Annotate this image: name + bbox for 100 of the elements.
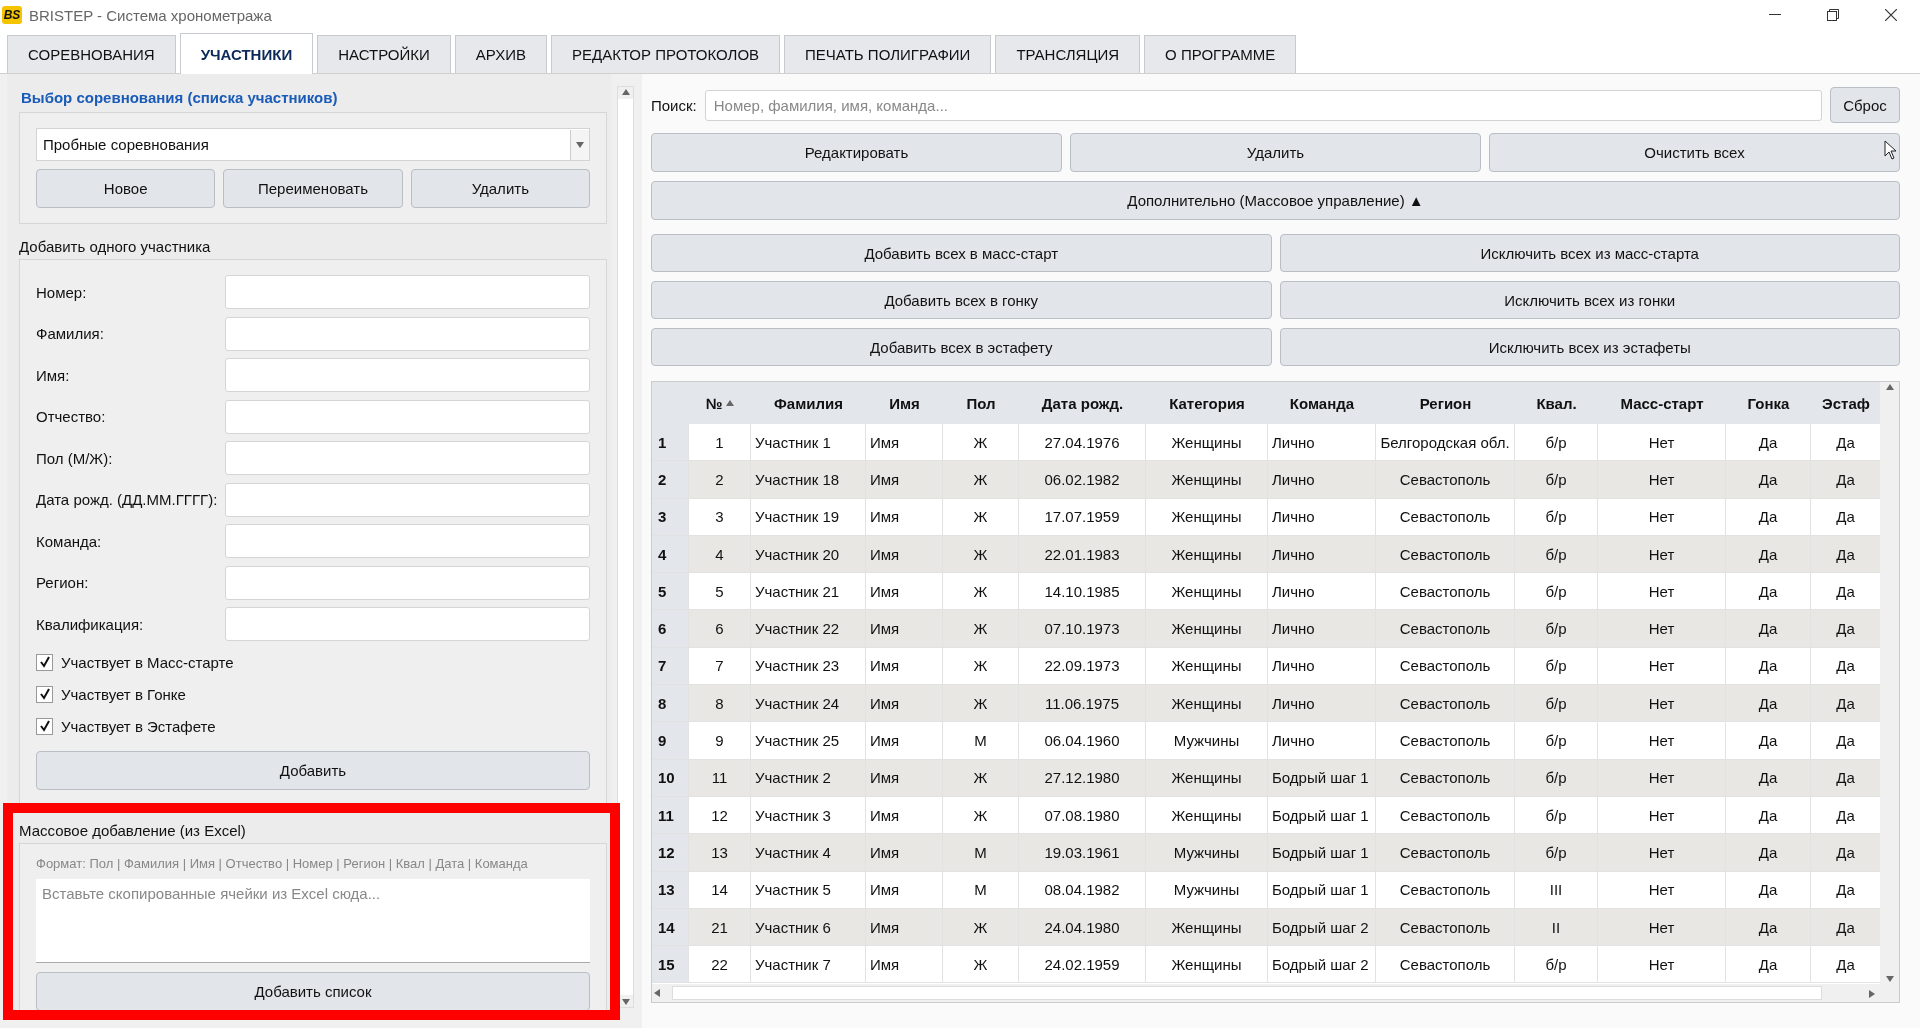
column-header[interactable]: Регион [1376, 382, 1515, 424]
table-cell: 07.10.1973 [1019, 610, 1146, 648]
bulk-action-button[interactable]: Добавить всех в масс-старт [651, 234, 1272, 272]
bulk-action-button[interactable]: Добавить всех в эстафету [651, 328, 1272, 366]
field-label: Отчество: [36, 408, 107, 425]
column-header[interactable]: Категория [1146, 382, 1268, 424]
scroll-up-icon[interactable] [1884, 382, 1895, 392]
tab[interactable]: ПЕЧАТЬ ПОЛИГРАФИИ [784, 35, 992, 73]
search-field[interactable]: Номер, фамилия, имя, команда... [704, 89, 1822, 121]
column-header[interactable]: Фамилия [751, 382, 866, 424]
table-cell: М [943, 871, 1019, 909]
input-field[interactable] [225, 524, 590, 558]
tab[interactable]: АРХИВ [454, 35, 547, 73]
table-cell: 21 [689, 908, 751, 947]
scrollbar[interactable] [1880, 382, 1899, 984]
scrollbar[interactable] [617, 86, 634, 1008]
table-cell: Севастополь [1376, 946, 1515, 984]
tab[interactable]: О ПРОГРАММЕ [1144, 35, 1297, 73]
checkbox-label[interactable]: Участвует в Масс-старте [61, 653, 234, 671]
column-header[interactable]: Дата рожд. [1019, 382, 1146, 424]
table-cell: Мужчины [1146, 871, 1268, 909]
checkbox[interactable] [36, 685, 53, 703]
checkbox-label[interactable]: Участвует в Эстафете [61, 717, 216, 735]
scroll-left-icon[interactable] [652, 988, 662, 998]
table-cell: б/р [1515, 685, 1598, 723]
column-header[interactable]: Пол [943, 382, 1019, 424]
add-list-button[interactable]: Добавить список [36, 971, 590, 1010]
table-cell: Бодрый шаг 1 [1268, 871, 1376, 909]
column-header[interactable]: Имя [866, 382, 943, 424]
checkbox[interactable] [36, 653, 53, 671]
competition-button[interactable]: Новое [36, 169, 216, 208]
bulk-action-button[interactable]: Добавить всех в гонку [651, 281, 1272, 319]
input-field[interactable] [225, 399, 590, 434]
input-field[interactable] [225, 607, 590, 641]
input-field[interactable] [225, 275, 590, 309]
column-header[interactable]: Гонка [1726, 382, 1811, 424]
table-cell: б/р [1515, 759, 1598, 797]
scroll-down-icon[interactable] [620, 997, 631, 1007]
action-button[interactable]: Редактировать [651, 133, 1062, 172]
close-icon[interactable] [1885, 9, 1897, 21]
tab[interactable]: ТРАНСЛЯЦИЯ [995, 35, 1141, 73]
bulk-action-button[interactable]: Исключить всех из гонки [1279, 281, 1900, 319]
table-cell: Севастополь [1376, 461, 1515, 499]
scroll-right-icon[interactable] [1867, 988, 1877, 999]
reset-button[interactable]: Сброс [1830, 87, 1900, 123]
column-header[interactable]: Масс-старт [1598, 382, 1726, 424]
restore-icon[interactable] [1827, 9, 1839, 21]
table-cell: Да [1726, 685, 1811, 723]
table-cell: 9 [689, 722, 751, 760]
bulk-action-button[interactable]: Исключить всех из эстафеты [1279, 328, 1900, 366]
table-cell: Нет [1598, 722, 1726, 760]
table-cell: Да [1726, 461, 1811, 499]
table-cell: М [943, 722, 1019, 760]
action-button[interactable]: Удалить [1070, 133, 1481, 172]
table-cell: Участник 5 [751, 871, 866, 909]
add-button[interactable]: Добавить [36, 750, 590, 790]
table-cell: б/р [1515, 535, 1598, 574]
table-cell: Нет [1598, 685, 1726, 723]
table-cell: Да [1726, 908, 1811, 947]
table-cell: 17.07.1959 [1019, 498, 1146, 536]
table-cell: Лично [1268, 498, 1376, 536]
minimize-icon[interactable] [1769, 14, 1781, 16]
column-header[interactable]: Эстаф [1811, 382, 1881, 424]
table-cell: б/р [1515, 498, 1598, 536]
field-label: Регион: [36, 574, 90, 591]
tab[interactable]: РЕДАКТОР ПРОТОКОЛОВ [550, 35, 781, 73]
input-field[interactable] [225, 565, 590, 600]
competition-button[interactable]: Удалить [410, 169, 590, 208]
table-cell: б/р [1515, 461, 1598, 499]
tab[interactable]: НАСТРОЙКИ [317, 35, 451, 73]
table-cell: Да [1811, 461, 1881, 499]
input-field[interactable] [225, 316, 590, 351]
tab[interactable]: СОРЕВНОВАНИЯ [7, 35, 176, 73]
checkbox-label[interactable]: Участвует в Гонке [61, 685, 186, 703]
checkbox[interactable] [36, 717, 53, 735]
input-field[interactable] [225, 482, 590, 517]
scroll-up-icon[interactable] [620, 87, 631, 97]
scrollbar[interactable] [652, 984, 1899, 1002]
input-field[interactable] [225, 358, 590, 392]
competition-button[interactable]: Переименовать [223, 169, 403, 208]
table-cell: Да [1811, 908, 1881, 947]
column-header[interactable]: Команда [1268, 382, 1376, 424]
tab[interactable]: УЧАСТНИКИ [179, 33, 314, 74]
action-button[interactable]: Очистить всех [1489, 133, 1900, 172]
row-number: 7 [652, 647, 689, 686]
dropdown-arrow-icon[interactable] [575, 139, 585, 150]
competition-dropdown[interactable]: Пробные соревнования [36, 128, 590, 161]
input-field[interactable] [225, 441, 590, 475]
table-cell: 24.02.1959 [1019, 946, 1146, 984]
bulk-action-button[interactable]: Исключить всех из масс-старта [1279, 234, 1900, 272]
table-cell: Севастополь [1376, 871, 1515, 909]
table-cell: Участник 6 [751, 908, 866, 947]
table-cell: Да [1726, 535, 1811, 574]
more-button[interactable]: Дополнительно (Массовое управление) ▲ [651, 181, 1900, 220]
table-cell: Имя [866, 908, 943, 947]
column-header[interactable]: Квал. [1515, 382, 1598, 424]
table-cell: Севастополь [1376, 498, 1515, 536]
paste-area[interactable]: Вставьте скопированные ячейки из Excel сюда... [36, 878, 590, 963]
table-cell: Имя [866, 722, 943, 760]
column-header[interactable]: № [689, 382, 751, 424]
